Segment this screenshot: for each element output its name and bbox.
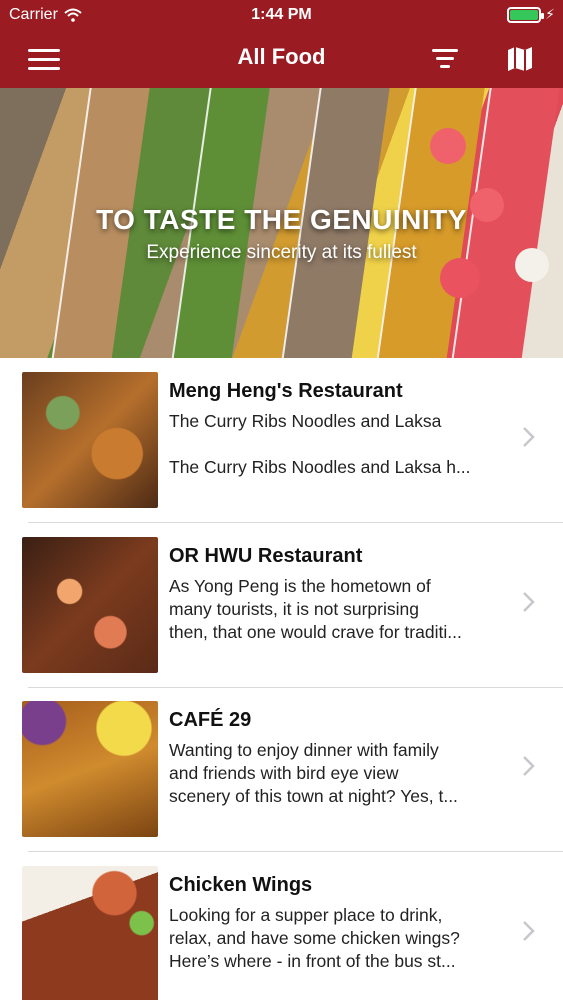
description-line: The Curry Ribs Noodles and Laksa h... (169, 457, 471, 477)
list-item[interactable]: OR HWU Restaurant As Yong Peng is the ho… (0, 523, 563, 688)
battery-indicator: ⚡ (507, 6, 555, 23)
navigation-bar: All Food (0, 30, 563, 88)
chevron-right-icon (523, 756, 535, 776)
restaurant-name: OR HWU Restaurant (169, 545, 363, 567)
description-line: Wanting to enjoy dinner with family (169, 740, 439, 760)
description-line: and friends with bird eye view (169, 763, 399, 783)
status-bar: Carrier 1:44 PM ⚡ (0, 0, 563, 30)
description-line: Here’s where - in front of the bus st... (169, 951, 456, 971)
banner-title: TO TASTE THE GENUINITY (96, 204, 467, 235)
hero-banner[interactable]: TO TASTE THE GENUINITY Experience sincer… (0, 88, 563, 358)
page-title: All Food (237, 44, 326, 69)
description-line: The Curry Ribs Noodles and Laksa (169, 411, 442, 431)
chevron-right-icon (523, 921, 535, 941)
description-line (169, 433, 509, 456)
description-line: Looking for a supper place to drink, (169, 905, 443, 925)
top-bar: Carrier 1:44 PM ⚡ All Food (0, 0, 563, 88)
description-line: relax, and have some chicken wings? (169, 928, 460, 948)
status-time: 1:44 PM (251, 6, 312, 23)
description-line: many tourists, it is not surprising (169, 599, 419, 619)
restaurant-thumbnail (22, 866, 158, 1000)
description-line: As Yong Peng is the hometown of (169, 576, 431, 596)
filter-icon[interactable] (430, 46, 460, 72)
chevron-right-icon (523, 592, 535, 612)
map-icon[interactable] (505, 44, 535, 74)
banner-subtitle: Experience sincerity at its fullest (146, 242, 417, 263)
restaurant-thumbnail (22, 372, 158, 508)
restaurant-name: CAFÉ 29 (169, 709, 252, 731)
chevron-right-icon (523, 427, 535, 447)
restaurant-name: Chicken Wings (169, 874, 313, 896)
restaurant-name: Meng Heng's Restaurant (169, 380, 403, 402)
battery-icon (507, 6, 545, 23)
restaurant-description: As Yong Peng is the hometown of many tou… (169, 575, 509, 644)
restaurant-thumbnail (22, 537, 158, 673)
restaurant-description: The Curry Ribs Noodles and Laksa The Cur… (169, 410, 509, 479)
description-line: then, that one would crave for traditi..… (169, 622, 462, 642)
restaurant-thumbnail (22, 701, 158, 837)
restaurant-list: Meng Heng's Restaurant The Curry Ribs No… (0, 358, 563, 1000)
restaurant-description: Wanting to enjoy dinner with family and … (169, 739, 509, 808)
list-item[interactable]: Meng Heng's Restaurant The Curry Ribs No… (0, 358, 563, 523)
charging-bolt-icon: ⚡ (545, 6, 555, 22)
restaurant-description: Looking for a supper place to drink, rel… (169, 904, 509, 973)
list-item[interactable]: Chicken Wings Looking for a supper place… (0, 852, 563, 1000)
description-line: scenery of this town at night? Yes, t... (169, 786, 458, 806)
list-item[interactable]: CAFÉ 29 Wanting to enjoy dinner with fam… (0, 687, 563, 852)
